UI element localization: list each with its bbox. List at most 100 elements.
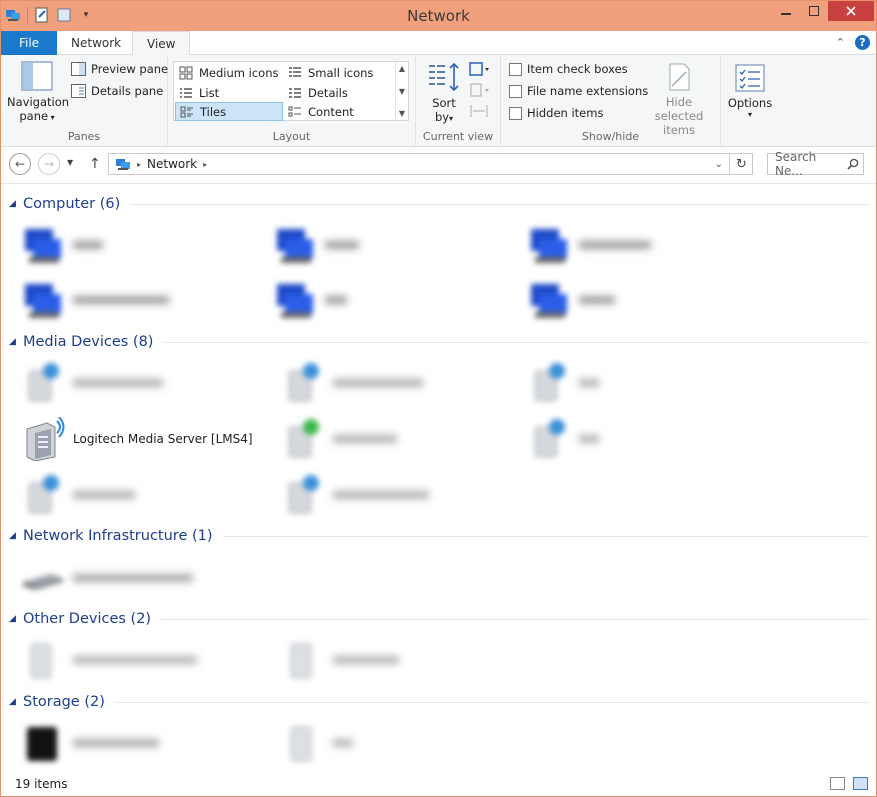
list-item[interactable] [527, 221, 777, 269]
item-check-boxes-checkbox[interactable] [509, 62, 522, 76]
close-button[interactable] [828, 1, 874, 21]
tab-view[interactable]: View [132, 31, 191, 56]
navigation-pane-button[interactable]: Navigation pane ▾ [7, 60, 69, 123]
list-item[interactable] [21, 636, 271, 684]
layout-small-icons[interactable]: Small icons [284, 63, 394, 82]
list-item[interactable] [21, 719, 271, 767]
back-button[interactable]: ← [9, 153, 31, 175]
breadcrumb-separator-icon[interactable]: ▸ [137, 160, 141, 169]
recent-locations-button[interactable]: ▼ [67, 158, 73, 167]
hide-selected-items-button[interactable]: Hide selected items [641, 62, 717, 137]
collapse-chevron-icon[interactable]: ◢ [9, 531, 23, 541]
minimize-button[interactable] [772, 1, 800, 21]
list-item[interactable] [281, 415, 531, 463]
list-item[interactable] [21, 554, 271, 602]
group-by-button[interactable] [468, 61, 490, 77]
scroll-down-icon[interactable]: ▼ [399, 87, 405, 96]
blurred-label [333, 379, 423, 387]
sort-by-button[interactable]: Sort by▾ [426, 61, 462, 124]
details-pane-button[interactable]: Details pane [71, 84, 163, 98]
search-input[interactable]: Search Ne... [775, 150, 847, 178]
tab-file[interactable]: File [1, 31, 57, 55]
layout-content-label: Content [308, 104, 354, 119]
group-title-computer: Computer (6) [23, 196, 121, 212]
layout-tiles[interactable]: Tiles [175, 102, 283, 121]
search-box[interactable]: Search Ne... [767, 150, 864, 178]
layout-content[interactable]: Content [284, 102, 394, 121]
address-bar[interactable]: ▸ Network ▸ ⌄ [108, 153, 730, 175]
list-item[interactable] [527, 415, 777, 463]
preview-pane-button[interactable]: Preview pane [71, 62, 168, 76]
list-item[interactable] [281, 359, 531, 407]
breadcrumb-chevron-icon[interactable]: ▸ [203, 160, 207, 169]
network-location-icon [116, 159, 130, 170]
size-columns-button[interactable] [468, 103, 490, 119]
current-view-group-label: Current view [422, 130, 494, 143]
file-name-extensions-checkbox[interactable] [509, 84, 522, 98]
layout-details[interactable]: Details [284, 83, 394, 102]
options-button[interactable]: Options ▾ [725, 63, 775, 119]
layout-medium-icons[interactable]: Medium icons [175, 63, 283, 82]
details-view-icon[interactable] [830, 777, 845, 790]
list-item[interactable] [21, 276, 271, 324]
scroll-up-icon[interactable]: ▲ [399, 64, 405, 73]
list-item[interactable] [21, 471, 271, 519]
list-item-logitech-media-server[interactable]: Logitech Media Server [LMS4] [21, 415, 271, 463]
media-server-label: Logitech Media Server [LMS4] [73, 432, 253, 446]
file-list[interactable]: ◢ Computer (6) ◢ Media Devices (8) Logit… [1, 184, 876, 772]
navigation-pane-icon [21, 61, 53, 91]
close-icon [846, 6, 856, 16]
breadcrumb-network[interactable]: Network [147, 157, 197, 171]
details-pane-icon [71, 84, 86, 98]
hidden-items-option[interactable]: Hidden items [509, 106, 603, 120]
list-item[interactable] [21, 359, 271, 407]
list-item[interactable] [281, 636, 531, 684]
file-name-extensions-option[interactable]: File name extensions [509, 84, 648, 98]
maximize-button[interactable] [800, 1, 828, 21]
group-header-computer[interactable]: ◢ Computer (6) [9, 194, 869, 214]
storage-device-icon [21, 721, 65, 765]
list-item[interactable] [281, 471, 531, 519]
large-icons-view-icon[interactable] [853, 777, 868, 790]
up-button[interactable]: ↑ [89, 156, 101, 172]
blurred-label [73, 241, 103, 249]
blurred-label [579, 379, 599, 387]
group-header-media-devices[interactable]: ◢ Media Devices (8) [9, 332, 869, 352]
list-item[interactable] [273, 221, 523, 269]
hidden-items-checkbox[interactable] [509, 106, 522, 120]
group-header-network-infrastructure[interactable]: ◢ Network Infrastructure (1) [9, 526, 869, 546]
list-item[interactable] [281, 719, 531, 767]
computer-icon [21, 223, 65, 267]
collapse-chevron-icon[interactable]: ◢ [9, 614, 23, 624]
list-item[interactable] [527, 276, 777, 324]
collapse-chevron-icon[interactable]: ◢ [9, 199, 23, 209]
refresh-button[interactable]: ↻ [731, 153, 753, 175]
collapse-chevron-icon[interactable]: ◢ [9, 697, 23, 707]
status-bar: 19 items [1, 772, 876, 796]
group-header-storage[interactable]: ◢ Storage (2) [9, 692, 869, 712]
blurred-label [333, 435, 397, 443]
help-icon[interactable]: ? [855, 35, 870, 50]
gallery-more-icon[interactable]: ▼ [399, 109, 405, 118]
media-device-icon [281, 473, 325, 517]
add-columns-button[interactable] [468, 82, 490, 98]
blurred-label [579, 435, 599, 443]
layout-list[interactable]: List [175, 83, 283, 102]
group-header-other-devices[interactable]: ◢ Other Devices (2) [9, 609, 869, 629]
layout-gallery-scroll[interactable]: ▲ ▼ ▼ [395, 62, 408, 120]
computer-icon [527, 223, 571, 267]
forward-button[interactable]: → [38, 153, 60, 175]
list-item[interactable] [21, 221, 271, 269]
layout-tiles-label: Tiles [200, 104, 227, 119]
list-item[interactable] [527, 359, 777, 407]
group-divider [130, 203, 869, 205]
address-dropdown-icon[interactable]: ⌄ [715, 159, 723, 170]
tab-network[interactable]: Network [57, 31, 135, 55]
item-count: 19 items [15, 777, 68, 791]
blurred-label [73, 379, 163, 387]
minimize-ribbon-icon[interactable]: ⌃ [836, 36, 845, 49]
group-show-hide: Item check boxes File name extensions Hi… [501, 55, 721, 147]
collapse-chevron-icon[interactable]: ◢ [9, 337, 23, 347]
list-item[interactable] [273, 276, 523, 324]
item-check-boxes-option[interactable]: Item check boxes [509, 62, 628, 76]
